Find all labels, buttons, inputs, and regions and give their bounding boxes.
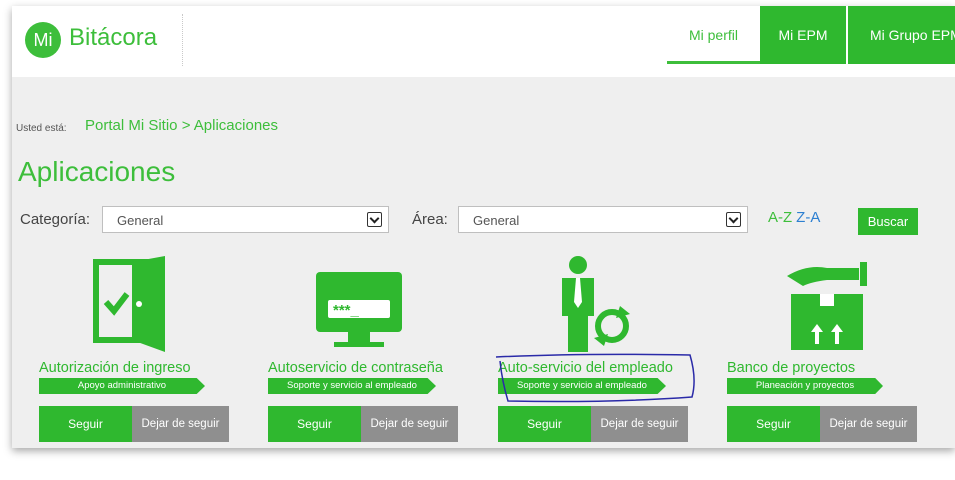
- app-name[interactable]: Autorización de ingreso: [39, 360, 191, 376]
- unfollow-button[interactable]: Dejar de seguir: [361, 406, 458, 442]
- unfollow-button[interactable]: Dejar de seguir: [820, 406, 917, 442]
- app-name[interactable]: Banco de proyectos: [727, 360, 855, 376]
- door-check-icon[interactable]: [39, 256, 231, 356]
- top-header: Mi Bitácora Mi perfil Mi EPM Mi Grupo EP…: [12, 6, 955, 77]
- logo-text[interactable]: Bitácora: [69, 24, 157, 52]
- app-name[interactable]: Autoservicio de contraseña: [268, 360, 443, 376]
- breadcrumb[interactable]: Portal Mi Sitio > Aplicaciones: [85, 117, 278, 134]
- employee-refresh-icon[interactable]: [498, 256, 690, 356]
- follow-button[interactable]: Seguir: [268, 406, 361, 442]
- unfollow-button[interactable]: Dejar de seguir: [591, 406, 688, 442]
- nav-mi-perfil[interactable]: Mi perfil: [667, 6, 760, 64]
- categoria-select[interactable]: General: [102, 206, 389, 233]
- search-button[interactable]: Buscar: [858, 208, 918, 235]
- page-title: Aplicaciones: [18, 156, 176, 187]
- unfollow-button[interactable]: Dejar de seguir: [132, 406, 229, 442]
- follow-button[interactable]: Seguir: [727, 406, 820, 442]
- header-divider: [182, 14, 183, 66]
- follow-button[interactable]: Seguir: [498, 406, 591, 442]
- sort-az-link[interactable]: A-Z: [768, 209, 792, 226]
- browser-page: Mi Bitácora Mi perfil Mi EPM Mi Grupo EP…: [12, 6, 955, 448]
- category-tag[interactable]: Planeación y proyectos: [727, 378, 883, 394]
- follow-button[interactable]: Seguir: [39, 406, 132, 442]
- area-label: Área:: [412, 211, 448, 228]
- area-value: General: [473, 213, 520, 228]
- category-tag[interactable]: Apoyo administrativo: [39, 378, 205, 394]
- category-tag[interactable]: Soporte y servicio al empleado: [268, 378, 436, 394]
- sort-za-link[interactable]: Z-A: [796, 209, 820, 226]
- sort-links: A-Z Z-A: [768, 209, 820, 226]
- breadcrumb-prefix: Usted está:: [16, 123, 67, 134]
- svg-text:***_: ***_: [333, 302, 360, 319]
- nav-mi-epm[interactable]: Mi EPM: [760, 6, 846, 64]
- categoria-label: Categoría:: [20, 211, 91, 228]
- password-monitor-icon[interactable]: ***_: [268, 256, 460, 356]
- chevron-down-icon[interactable]: [726, 212, 741, 227]
- chevron-down-icon[interactable]: [367, 212, 382, 227]
- box-hand-icon[interactable]: [727, 256, 919, 356]
- logo-mark[interactable]: Mi: [25, 22, 61, 58]
- nav-mi-grupo-epm[interactable]: Mi Grupo EPM: [848, 6, 955, 64]
- hand-drawn-annotation: [495, 353, 695, 403]
- categoria-value: General: [117, 213, 164, 228]
- area-select[interactable]: General: [458, 206, 748, 233]
